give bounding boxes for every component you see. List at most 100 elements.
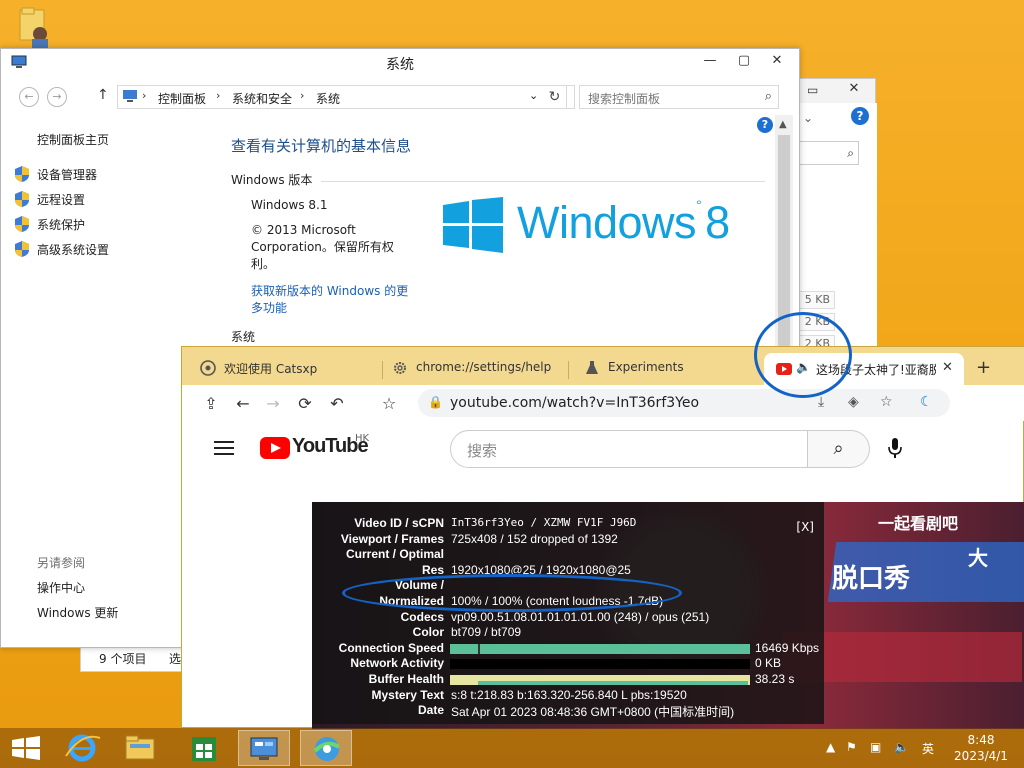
background-window-body: ⌄ ? ⌕ 5 KB 2 KB 2 KB: [797, 103, 877, 353]
selection-status: 选: [169, 652, 182, 666]
back-button[interactable]: ←: [232, 393, 254, 415]
start-button[interactable]: [0, 730, 52, 766]
region-label: HK: [355, 433, 370, 444]
hamburger-menu-icon[interactable]: [214, 441, 234, 455]
show-hidden-icons-icon[interactable]: ▲: [826, 740, 835, 754]
tab-separator: [382, 361, 383, 379]
sidebar-item-label: 高级系统设置: [37, 243, 110, 257]
windows-version-number: 8: [705, 197, 730, 248]
chevron-down-icon[interactable]: ⌄: [803, 111, 813, 125]
help-icon[interactable]: ?: [851, 107, 869, 125]
sidebar-item-label: 设备管理器: [37, 168, 98, 182]
new-tab-button[interactable]: +: [976, 357, 991, 378]
annotation-circle: [754, 312, 852, 398]
dark-mode-icon[interactable]: ☾: [920, 394, 933, 410]
network-activity-bar: [450, 659, 750, 669]
store-icon[interactable]: [178, 730, 230, 766]
volume-icon[interactable]: 🔈: [894, 740, 909, 754]
stats-key: Connection Speed: [338, 641, 444, 655]
minimize-button[interactable]: ▭: [807, 83, 821, 97]
close-button[interactable]: ✕: [757, 51, 797, 71]
action-center-flag-icon[interactable]: ⚑: [846, 740, 857, 754]
stats-row: Color bt709 / bt709: [312, 625, 824, 641]
user-folder-icon[interactable]: [14, 6, 56, 48]
extensions-icon[interactable]: ◈: [848, 394, 859, 410]
upgrade-link[interactable]: 获取新版本的 Windows 的更: [251, 283, 408, 300]
stats-key: Buffer Health: [368, 672, 444, 686]
shield-icon: [15, 216, 29, 232]
stats-key: Mystery Text: [371, 688, 444, 702]
help-icon[interactable]: ?: [757, 117, 773, 133]
close-tab-icon[interactable]: ✕: [942, 360, 953, 375]
catsxp-icon: [200, 360, 216, 376]
minimize-button[interactable]: —: [693, 51, 727, 71]
edition-section-label: Windows 版本: [231, 173, 313, 187]
up-button[interactable]: ↑: [97, 87, 109, 103]
forward-button[interactable]: →: [262, 393, 284, 415]
video-overlay-text: 一起看剧吧: [878, 514, 959, 533]
tab-experiments[interactable]: Experiments: [584, 357, 754, 383]
copyright-line: © 2013 Microsoft: [251, 223, 356, 237]
search-input[interactable]: ⌕: [797, 141, 859, 165]
connection-speed-bar: [450, 644, 750, 654]
download-icon[interactable]: ⇪: [200, 393, 222, 415]
tab-catsxp-welcome[interactable]: 欢迎使用 Catsxp: [200, 357, 380, 383]
stats-row: Current / Optimal: [312, 547, 824, 563]
bar-fill: [450, 644, 750, 654]
search-button[interactable]: ⌕: [808, 430, 870, 468]
microphone-icon[interactable]: [888, 437, 910, 461]
item-count: 9 个项目: [99, 652, 147, 666]
sidebar-home-link[interactable]: 控制面板主页: [37, 131, 109, 148]
stats-key: Viewport / Frames: [340, 532, 444, 546]
status-bar: 9 个项目 选: [80, 646, 184, 672]
browser-window: 欢迎使用 Catsxp chrome://settings/help Exper…: [181, 346, 1024, 729]
close-button[interactable]: ✕: [839, 81, 869, 99]
breadcrumb-item[interactable]: 控制面板: [158, 90, 206, 107]
upgrade-link[interactable]: 多功能: [251, 300, 287, 317]
clock[interactable]: 8:48 2023/4/1: [946, 732, 1016, 764]
network-icon[interactable]: ▣: [870, 740, 881, 754]
browser-toolbar: ⇪ ← → ⟳ ↶ ☆ 🔒 youtube.com/watch?v=InT36r…: [182, 385, 1024, 421]
search-icon: ⌕: [847, 146, 854, 160]
url-bar[interactable]: 🔒 youtube.com/watch?v=InT36rf3Yeo ⤓ ◈ ☆ …: [418, 389, 950, 417]
reload-button[interactable]: ⟳: [294, 393, 316, 415]
file-explorer-icon[interactable]: [114, 730, 166, 766]
install-icon[interactable]: ⤓: [818, 394, 824, 410]
action-center-link[interactable]: 操作中心: [37, 579, 85, 596]
youtube-logo-icon[interactable]: [260, 437, 290, 459]
breadcrumb-item[interactable]: 系统: [316, 90, 340, 107]
forward-button[interactable]: →: [47, 87, 67, 107]
tab-label: Experiments: [608, 360, 684, 374]
internet-explorer-icon[interactable]: [56, 730, 108, 766]
clock-date: 2023/4/1: [954, 749, 1008, 763]
back-button[interactable]: ←: [19, 87, 39, 107]
refresh-button[interactable]: ↻: [543, 85, 567, 109]
stats-row: Mystery Text s:8 t:218.83 b:163.320-256.8…: [312, 688, 824, 704]
breadcrumb[interactable]: › 控制面板 › 系统和安全 › 系统: [117, 85, 575, 109]
stats-value: 725x408 / 152 dropped of 1392: [451, 532, 618, 546]
chevron-down-icon[interactable]: ⌄: [529, 89, 538, 102]
breadcrumb-item[interactable]: 系统和安全: [232, 90, 292, 107]
scroll-up-icon[interactable]: ▲: [779, 119, 787, 130]
stats-row: Date Sat Apr 01 2023 08:48:36 GMT+0800 (中…: [312, 703, 824, 719]
search-input[interactable]: 搜索控制面板 ⌕: [579, 85, 779, 109]
star-icon[interactable]: ☆: [880, 394, 893, 410]
tab-settings[interactable]: chrome://settings/help: [392, 357, 562, 383]
stats-key: Network Activity: [350, 656, 444, 670]
ime-indicator[interactable]: 英: [922, 740, 934, 757]
tab-separator: [568, 361, 569, 379]
stats-value: 16469 Kbps: [755, 641, 820, 655]
stats-row: Viewport / Frames 725x408 / 152 dropped o…: [312, 532, 824, 548]
chevron-right-icon: ›: [300, 89, 305, 102]
windows-update-link[interactable]: Windows 更新: [37, 604, 118, 621]
video-overlay-text: 脱口秀: [832, 564, 911, 594]
undo-icon[interactable]: ↶: [326, 393, 348, 415]
title-bar[interactable]: 系统 — ▢ ✕: [1, 49, 799, 75]
bookmark-star-icon[interactable]: ☆: [378, 393, 400, 415]
file-size: 5 KB: [797, 291, 835, 309]
maximize-button[interactable]: ▢: [727, 51, 761, 71]
gear-icon: [394, 362, 406, 374]
control-panel-icon[interactable]: [238, 730, 290, 766]
catsxp-browser-icon[interactable]: [300, 730, 352, 766]
youtube-search-input[interactable]: 搜索: [450, 430, 808, 468]
